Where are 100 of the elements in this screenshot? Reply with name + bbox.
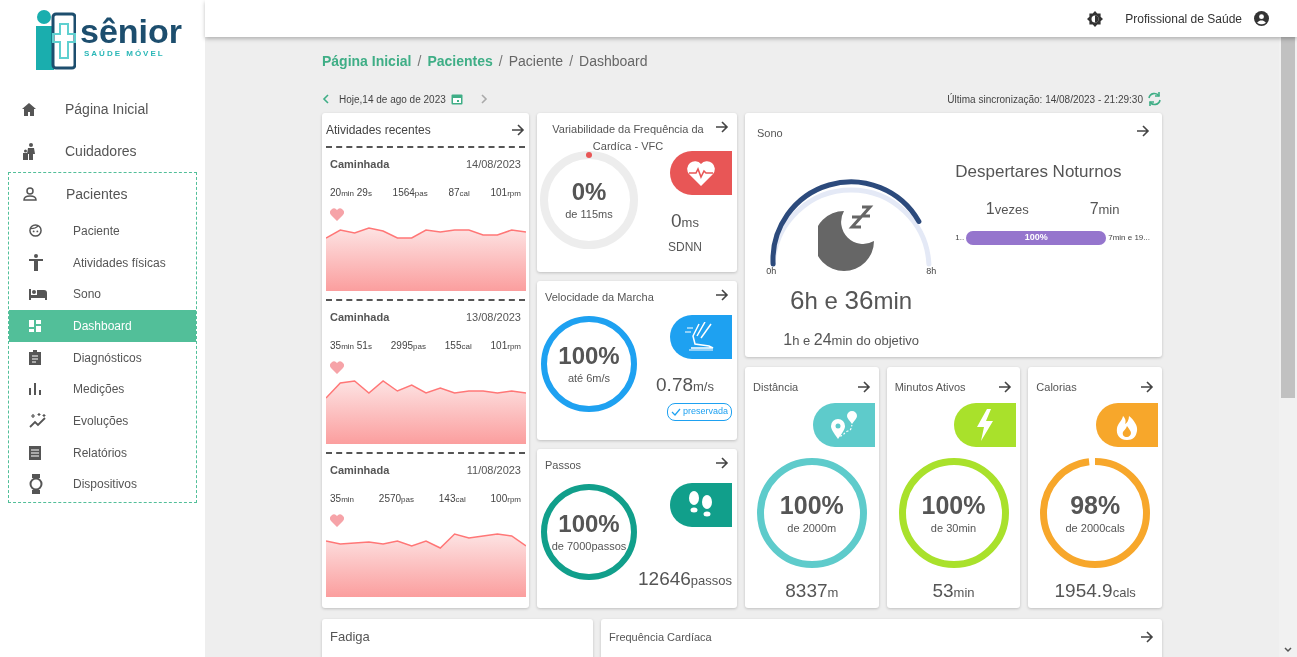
bed-icon [29, 288, 47, 300]
card-title: Atividades recentes [326, 122, 431, 139]
dashboard-icon [29, 319, 41, 332]
heart-pulse-icon [686, 160, 716, 186]
sidebar-subitem[interactable]: Sono [9, 278, 196, 311]
card-title: Sono [757, 126, 783, 141]
metric-value: 12646passos [638, 567, 733, 591]
ring-caption: de 2000cals [1065, 520, 1125, 536]
card-title: Passos [545, 458, 583, 473]
card-title: Velocidade da Marcha [545, 290, 655, 305]
sidebar-subitem[interactable]: Medições [9, 373, 196, 406]
activity-stat: 155cal [444, 338, 472, 353]
sparkle-trend-icon [29, 413, 47, 429]
heart-icon [330, 513, 344, 527]
account-icon[interactable] [1254, 11, 1269, 26]
sleep-goal: 1h e 24min do objetivo [783, 330, 920, 350]
arrow-right-icon[interactable] [1140, 631, 1154, 643]
arrow-right-icon[interactable] [1136, 125, 1150, 137]
map-pins-icon [829, 410, 858, 440]
face-icon [29, 224, 42, 238]
activity-stat: 20min 29s [330, 185, 372, 200]
clipboard-icon [29, 350, 41, 366]
calendar-icon[interactable] [450, 93, 463, 105]
activity-stat: 2570pas [378, 491, 414, 506]
status-badge: preservada [666, 402, 732, 421]
activity-stat: 87cal [448, 185, 470, 200]
activity-stat: 2995pas [390, 338, 426, 353]
activity-name: Caminhada [330, 310, 390, 325]
scroll-down-icon[interactable] [1284, 647, 1292, 653]
sidebar-item[interactable]: Cuidadores [0, 130, 205, 172]
sidebar-subitem[interactable]: Atividades físicas [9, 246, 196, 279]
document-icon [29, 445, 41, 460]
ring-caption: de 2000m [787, 520, 837, 536]
metric-value: 0ms [671, 209, 699, 233]
gauge-tick: 0h [766, 265, 777, 278]
ring-percent: 0% [571, 177, 607, 206]
logo-wordmark: sênior [80, 14, 183, 48]
awakenings-title: Despertares Noturnos [955, 161, 1123, 183]
ring-caption: até 6m/s [567, 370, 611, 386]
date-label[interactable]: Hoje,14 de ago de 2023 [339, 91, 446, 107]
activity-name: Caminhada [330, 463, 390, 478]
activity-stat: 101rpm [490, 185, 521, 200]
card-title: Distância [753, 379, 799, 395]
bar-percent: 100% [1024, 230, 1048, 244]
breadcrumb-separator: / [417, 51, 422, 71]
ring-percent: 100% [558, 341, 620, 370]
ring-percent: 98% [1070, 489, 1121, 520]
arrow-right-icon[interactable] [998, 381, 1013, 393]
scrollbar[interactable] [1279, 37, 1297, 657]
arrow-right-icon[interactable] [511, 124, 525, 136]
metric-value: 0.78m/s [656, 373, 714, 397]
card-title: Minutos Ativos [894, 379, 966, 395]
activity-name: Caminhada [330, 157, 390, 172]
sleep-total: 6h e 36min [790, 284, 913, 317]
family-icon [22, 142, 36, 160]
activity-date: 13/08/2023 [465, 310, 521, 325]
sidebar-subitem[interactable]: Dispositivos [9, 468, 196, 501]
metric-label: SDNN [668, 238, 702, 256]
arrow-right-icon[interactable] [715, 289, 729, 301]
breadcrumb-separator: / [569, 51, 573, 71]
logo[interactable]: sênior SAÚDE MÓVEL [0, 0, 205, 70]
user-role[interactable]: Profissional de Saúde [1125, 9, 1242, 28]
sidebar-subitem[interactable]: Paciente [9, 215, 196, 247]
logo-figure-icon [34, 10, 76, 70]
sidebar-item[interactable]: Página Inicial [0, 88, 205, 130]
activity-stat: 1564pas [392, 185, 428, 200]
heart-icon [330, 207, 344, 221]
activity-stat: 35min 51s [330, 338, 372, 353]
sidebar-subitem[interactable]: Diagnósticos [9, 341, 196, 374]
awakenings-duration: 7min [1089, 198, 1120, 219]
arrow-right-icon[interactable] [856, 381, 871, 393]
gauge-tick: 8h [926, 265, 937, 278]
ring-percent: 100% [779, 489, 844, 520]
sidebar-subitem[interactable]: Relatórios [9, 436, 196, 469]
activity-stat: 101rpm [490, 338, 521, 353]
breadcrumb-item: Paciente [508, 51, 564, 71]
watch-icon [29, 474, 43, 495]
activity-stat: 35min [330, 491, 354, 506]
ring-percent: 100% [921, 489, 986, 520]
sidebar-subitem[interactable]: Evoluções [9, 405, 196, 437]
brightness-icon[interactable] [1087, 10, 1104, 27]
ring-caption: de 115ms [565, 206, 613, 222]
sidebar-item[interactable]: Pacientes [9, 173, 196, 215]
activity-stat: 100rpm [490, 491, 521, 506]
arrow-right-icon[interactable] [715, 121, 729, 133]
metric-value: 1954.9cals [1054, 579, 1136, 603]
ring-caption: de 7000passos [551, 538, 627, 554]
metric-value: 53min [932, 579, 975, 603]
arrow-right-icon[interactable] [1140, 381, 1154, 393]
breadcrumb-separator: / [498, 51, 503, 71]
home-icon [22, 102, 36, 116]
person-icon [23, 187, 37, 201]
metric-value: 8337m [785, 579, 839, 603]
heart-icon [330, 360, 344, 374]
ring-caption: de 30min [930, 520, 977, 536]
card-title: Frequência Cardíaca [609, 629, 712, 645]
awakenings-count: 1vezes [985, 198, 1029, 219]
arrow-right-icon[interactable] [715, 457, 729, 469]
bar-chart-icon [29, 383, 41, 396]
activity-stat: 143cal [438, 491, 466, 506]
